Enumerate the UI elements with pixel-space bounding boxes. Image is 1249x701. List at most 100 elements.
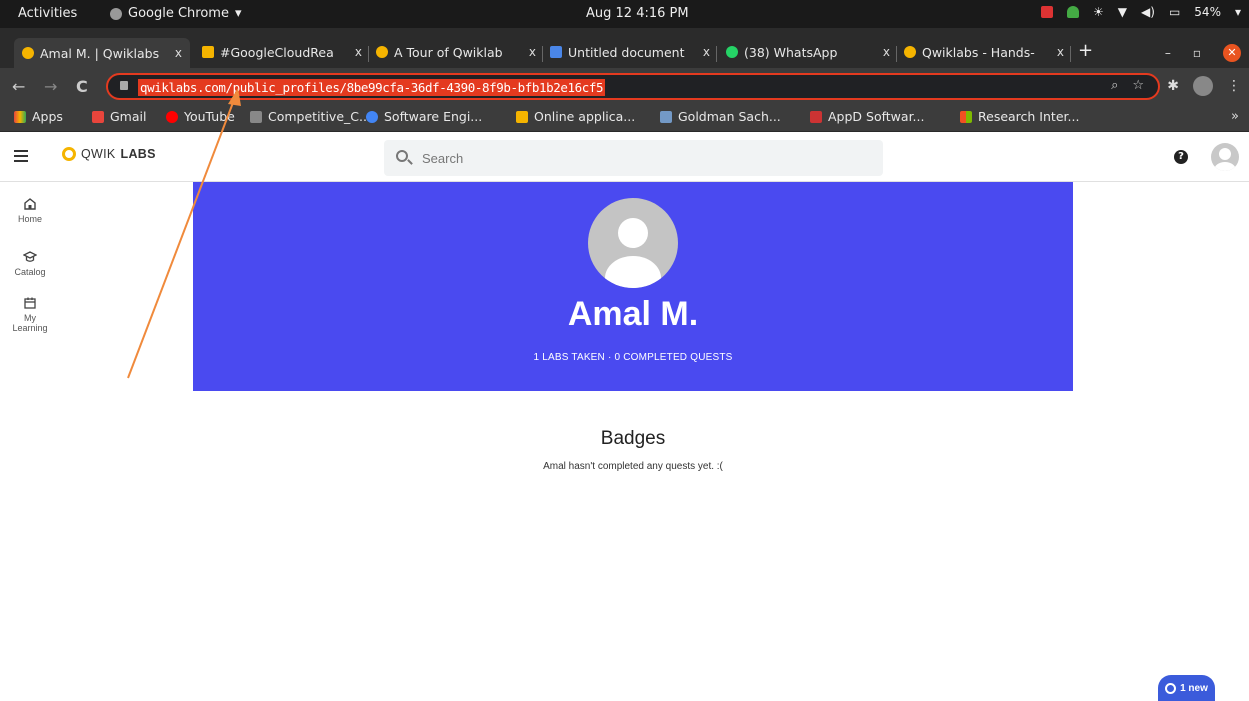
app-indicator-icon[interactable] [1041,6,1054,18]
clock[interactable]: Aug 12 4:16 PM [586,6,689,21]
shield-icon[interactable] [1067,6,1080,18]
chat-bubble-icon [1165,682,1177,694]
tab-label: Qwiklabs - Hands- [922,44,1035,60]
close-icon[interactable]: x [703,45,710,59]
tab-separator [896,46,897,62]
tab-separator [368,46,369,62]
bookmark-favicon-icon [660,110,672,123]
bookmark-favicon-icon [250,110,262,123]
tab-qwiklabs-profile[interactable]: Amal M. | Qwiklabs x [14,38,190,68]
bookmark-goldman-sachs[interactable]: Goldman Sach... [660,109,781,124]
google-icon [366,110,378,123]
help-icon[interactable]: ? [1174,150,1188,164]
browser-toolbar: ← → C qwiklabs.com/public_profiles/8be99… [0,68,1249,104]
tab-label: Amal M. | Qwiklabs [40,45,160,61]
volume-icon: ◀) [1141,5,1155,19]
search-input[interactable] [422,149,822,167]
close-icon[interactable]: x [529,45,536,59]
tab-qwiklabs-hands-on[interactable]: Qwiklabs - Hands- x [904,40,1064,64]
app-name: Google Chrome [128,6,229,21]
tab-untitled-document[interactable]: Untitled document x [550,40,710,64]
bookmark-gmail[interactable]: Gmail [92,109,146,124]
battery-icon: ▭ [1168,5,1181,19]
graduation-cap-icon [23,251,37,262]
lock-icon[interactable] [120,81,128,90]
address-bar[interactable]: qwiklabs.com/public_profiles/8be99cfa-36… [106,73,1160,100]
gmail-icon [92,110,104,123]
tab-whatsapp[interactable]: (38) WhatsApp x [726,40,890,64]
brightness-icon: ☀ [1093,5,1104,19]
cisco-icon [810,110,822,123]
close-icon[interactable]: x [355,45,362,59]
home-icon [24,198,36,210]
bookmark-star-icon[interactable]: ☆ [1132,78,1144,93]
tab-strip: Amal M. | Qwiklabs x #GoogleCloudRea x A… [0,28,1249,68]
bookmark-youtube[interactable]: YouTube [166,109,235,124]
tab-tour-of-qwiklabs[interactable]: A Tour of Qwiklab x [376,40,536,64]
maximize-icon[interactable]: ▫ [1193,46,1201,60]
chat-launcher-button[interactable]: 1 new [1158,675,1215,701]
sidebar-item-label: Home [17,214,42,224]
sidebar-item-home[interactable]: Home [0,197,60,224]
qwiklabs-logo-icon [62,147,76,161]
tab-label: (38) WhatsApp [744,44,838,60]
bookmarks-overflow-button[interactable]: » [1231,109,1239,124]
hamburger-menu-icon[interactable] [14,150,28,165]
chrome-profile-avatar[interactable] [1193,76,1213,96]
qwiklabs-favicon-icon [376,46,388,58]
profile-stats: 1 LABS TAKEN · 0 COMPLETED QUESTS [533,352,733,363]
site-header: QWIK LABS [0,132,1249,182]
address-url[interactable]: qwiklabs.com/public_profiles/8be99cfa-36… [138,79,606,96]
extensions-icon[interactable]: ✱ [1167,78,1179,94]
forward-icon[interactable]: → [44,77,57,96]
sidebar-item-my-learning[interactable]: My Learning [0,296,60,333]
new-tab-button[interactable]: + [1078,40,1093,61]
tab-separator [716,46,717,62]
activities-button[interactable]: Activities [18,6,77,21]
system-tray[interactable]: ☀ ▼ ◀) ▭ 54% ▾ [1041,5,1241,19]
user-avatar[interactable] [1211,143,1239,171]
apps-grid-icon [14,110,26,123]
site-search[interactable] [384,140,883,176]
slides-favicon-icon [202,46,214,58]
chat-label: 1 new [1180,682,1208,694]
tab-label: A Tour of Qwiklab [394,44,503,60]
tab-separator [1070,46,1071,62]
tab-googlecloudrea[interactable]: #GoogleCloudRea x [202,40,362,64]
bookmarks-bar: Apps Gmail YouTube Competitive_C... Soft… [0,104,1249,132]
battery-level: 54% [1194,5,1221,19]
sidebar-item-label: My Learning [12,313,48,333]
sidebar-item-label: Catalog [14,267,46,277]
window-controls: – ▫ ✕ [1165,44,1241,62]
profile-avatar [588,198,678,288]
qwiklabs-logo[interactable]: QWIK LABS [62,147,156,161]
tab-label: Untitled document [568,44,685,60]
calendar-icon [24,297,36,309]
more-menu-icon[interactable]: ⋮ [1227,78,1241,94]
sidebar-item-catalog[interactable]: Catalog [0,250,60,277]
app-menu[interactable]: Google Chrome ▾ [110,6,242,21]
microsoft-icon [960,110,972,123]
bookmark-research-intern[interactable]: Research Inter... [960,109,1079,124]
back-icon[interactable]: ← [12,77,25,96]
chrome-icon [110,7,122,20]
amazon-icon [516,110,528,123]
close-icon[interactable]: x [175,46,182,60]
tab-separator [542,46,543,62]
bookmark-software-engineer[interactable]: Software Engi... [366,109,482,124]
close-icon[interactable]: x [883,45,890,59]
badges-empty-message: Amal hasn't completed any quests yet. :( [543,461,723,472]
window-close-icon[interactable]: ✕ [1223,44,1241,62]
close-icon[interactable]: x [1057,45,1064,59]
bookmark-appd-software[interactable]: AppD Softwar... [810,109,924,124]
zoom-icon[interactable]: ⌕ [1111,78,1118,93]
bookmark-online-application[interactable]: Online applica... [516,109,635,124]
chevron-down-icon[interactable]: ▾ [1235,5,1241,19]
reload-icon[interactable]: C [76,77,88,96]
minimize-icon[interactable]: – [1165,46,1171,60]
search-icon [396,150,408,162]
tab-label: #GoogleCloudRea [220,44,334,60]
qwiklabs-favicon-icon [22,47,34,59]
bookmark-competitive[interactable]: Competitive_C... [250,109,371,124]
bookmark-apps[interactable]: Apps [14,109,63,124]
